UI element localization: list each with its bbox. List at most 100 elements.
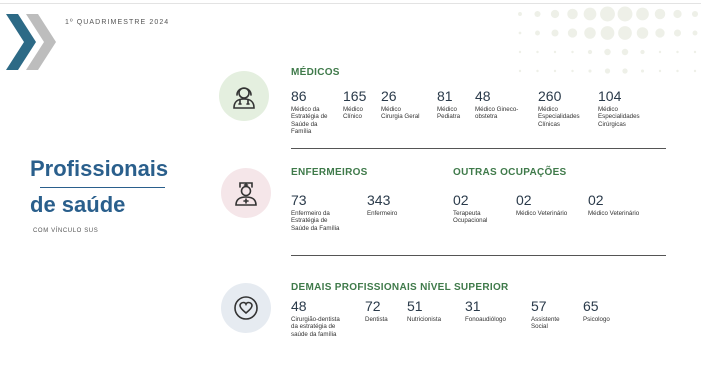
nurse-icon-circle bbox=[221, 168, 271, 218]
decorative-dot bbox=[640, 69, 645, 73]
stat-value: 343 bbox=[367, 192, 391, 208]
stat-cirurgiao-dentista-esf: 48 Cirurgião-dentista da estratégia de s… bbox=[291, 299, 340, 338]
decorative-dot bbox=[588, 69, 592, 73]
decorative-dot bbox=[621, 48, 629, 56]
stat-medico-pediatra: 81 Médico Pediatra bbox=[437, 89, 460, 121]
decorative-dot bbox=[654, 8, 666, 20]
stat-value: 260 bbox=[538, 88, 562, 104]
section-title-enfermeiros: ENFERMEIROS bbox=[291, 167, 368, 178]
stat-terapeuta: 02 Terapeuta Ocupacional bbox=[453, 193, 487, 225]
decorative-dot bbox=[571, 69, 574, 73]
decorative-dot bbox=[673, 9, 682, 19]
section-title-medicos: MÉDICOS bbox=[291, 67, 340, 78]
chevron-logo-icon bbox=[6, 14, 56, 70]
stat-label: Psicologo bbox=[583, 316, 610, 323]
stat-label: Médico Pediatra bbox=[437, 106, 461, 121]
stat-enfermeiro: 343 Enfermeiro bbox=[367, 192, 397, 218]
stat-enfermeiro-esf: 73 Enfermeiro da Estratégia de Saúde da … bbox=[291, 193, 340, 232]
decorative-dot bbox=[676, 50, 679, 54]
decorative-dot bbox=[536, 69, 539, 73]
stat-medico-esf: 86 Médico da Estratégia de Saúde da Famí… bbox=[291, 89, 327, 136]
decorative-dot bbox=[600, 26, 615, 40]
stat-label: Assistente Social bbox=[531, 316, 560, 331]
stat-value: 51 bbox=[407, 298, 423, 314]
decorative-dot bbox=[584, 27, 596, 39]
stat-veterinario-1: 02 Médico Veterinário bbox=[516, 192, 568, 218]
page-title-line2: de saúde bbox=[30, 192, 126, 217]
decorative-dot bbox=[676, 69, 679, 73]
stat-value: 02 bbox=[453, 192, 469, 208]
stat-label: Médico Clínico bbox=[343, 106, 363, 121]
stat-label: Médico Veterinário bbox=[516, 210, 568, 217]
decorative-dot bbox=[622, 68, 628, 74]
section-divider bbox=[291, 148, 666, 149]
stat-label: Médico Especialidades Cirúrgicas bbox=[598, 106, 640, 128]
stat-assistente-social: 57 Assistente Social bbox=[531, 299, 560, 331]
stat-value: 165 bbox=[343, 88, 367, 104]
section-title-outras: OUTRAS OCUPAÇÕES bbox=[453, 167, 567, 178]
decorative-dot bbox=[658, 50, 662, 54]
stat-value: 86 bbox=[291, 88, 307, 104]
decorative-dot bbox=[692, 30, 698, 36]
stat-value: 02 bbox=[588, 192, 604, 208]
stat-medico-esp-clinicas: 260 Médico Especialidades Clínicas bbox=[538, 89, 580, 128]
stat-value: 48 bbox=[291, 298, 307, 314]
decorative-dot bbox=[551, 29, 559, 37]
stat-label: Médico da Estratégia de Saúde da Família bbox=[291, 106, 328, 136]
decorative-dot bbox=[567, 28, 578, 38]
decorative-dot bbox=[618, 26, 632, 40]
section-title-demais: DEMAIS PROFISSIONAIS NÍVEL SUPERIOR bbox=[291, 282, 509, 293]
stat-value: 104 bbox=[598, 88, 622, 104]
stat-label: Dentista bbox=[365, 316, 388, 323]
decorative-dot bbox=[571, 50, 574, 54]
stat-label: Fonoaudiólogo bbox=[465, 316, 506, 323]
stat-label: Médico Veterinário bbox=[588, 210, 640, 217]
decorative-dot bbox=[636, 7, 649, 21]
stat-value: 02 bbox=[516, 192, 532, 208]
stat-label: Nutricionista bbox=[407, 316, 442, 323]
decorative-dot bbox=[604, 68, 611, 74]
decorative-dot bbox=[600, 6, 615, 22]
decorative-dot bbox=[673, 29, 682, 37]
stat-label: Médico Gineco- obstetra bbox=[475, 106, 519, 121]
page-title-line1: Profissionais bbox=[30, 156, 169, 181]
decorative-dot bbox=[553, 69, 557, 73]
stat-value: 81 bbox=[437, 88, 453, 104]
decorative-dot bbox=[567, 8, 578, 20]
stat-value: 31 bbox=[465, 298, 481, 314]
decorative-dot bbox=[550, 9, 560, 19]
section-divider bbox=[291, 255, 666, 256]
decorative-dot bbox=[693, 69, 697, 73]
stat-label: Cirurgião-dentista da estratégia de saúd… bbox=[291, 316, 340, 338]
decorative-dot bbox=[518, 69, 522, 73]
stat-value: 72 bbox=[365, 298, 381, 314]
decorative-dot bbox=[636, 27, 649, 39]
decorative-dot bbox=[535, 30, 540, 36]
decorative-dot bbox=[534, 10, 541, 18]
stat-value: 65 bbox=[583, 298, 599, 314]
stat-fonoaudiologo: 31 Fonoaudiólogo bbox=[465, 298, 506, 324]
decorative-dot bbox=[691, 10, 699, 18]
nurse-icon bbox=[235, 182, 257, 206]
stat-value: 26 bbox=[381, 88, 397, 104]
heart-icon bbox=[234, 296, 258, 320]
decorative-dot bbox=[640, 49, 645, 55]
decorative-dots bbox=[518, 6, 699, 74]
decorative-dot bbox=[617, 6, 633, 22]
decorative-dot bbox=[518, 31, 522, 35]
stat-label: Enfermeiro da Estratégia de Saúde da Fam… bbox=[291, 210, 340, 232]
decorative-dot bbox=[604, 48, 611, 56]
stat-medico-esp-cirurgicas: 104 Médico Especialidades Cirúrgicas bbox=[598, 89, 640, 128]
stat-nutricionista: 51 Nutricionista bbox=[407, 298, 442, 324]
decorative-dot bbox=[553, 50, 557, 54]
stat-value: 48 bbox=[475, 88, 491, 104]
stat-psicologo: 65 Psicologo bbox=[583, 298, 610, 324]
decorative-dot bbox=[518, 50, 522, 54]
decorative-dot bbox=[518, 12, 522, 16]
stat-medico-clinico: 165 Médico Clínico bbox=[343, 89, 366, 121]
doctor-icon bbox=[233, 87, 255, 109]
heart-icon-circle bbox=[221, 283, 271, 333]
stat-medico-gineco: 48 Médico Gineco- obstetra bbox=[475, 89, 518, 121]
doctor-icon-circle bbox=[219, 71, 269, 121]
stat-value: 73 bbox=[291, 192, 307, 208]
